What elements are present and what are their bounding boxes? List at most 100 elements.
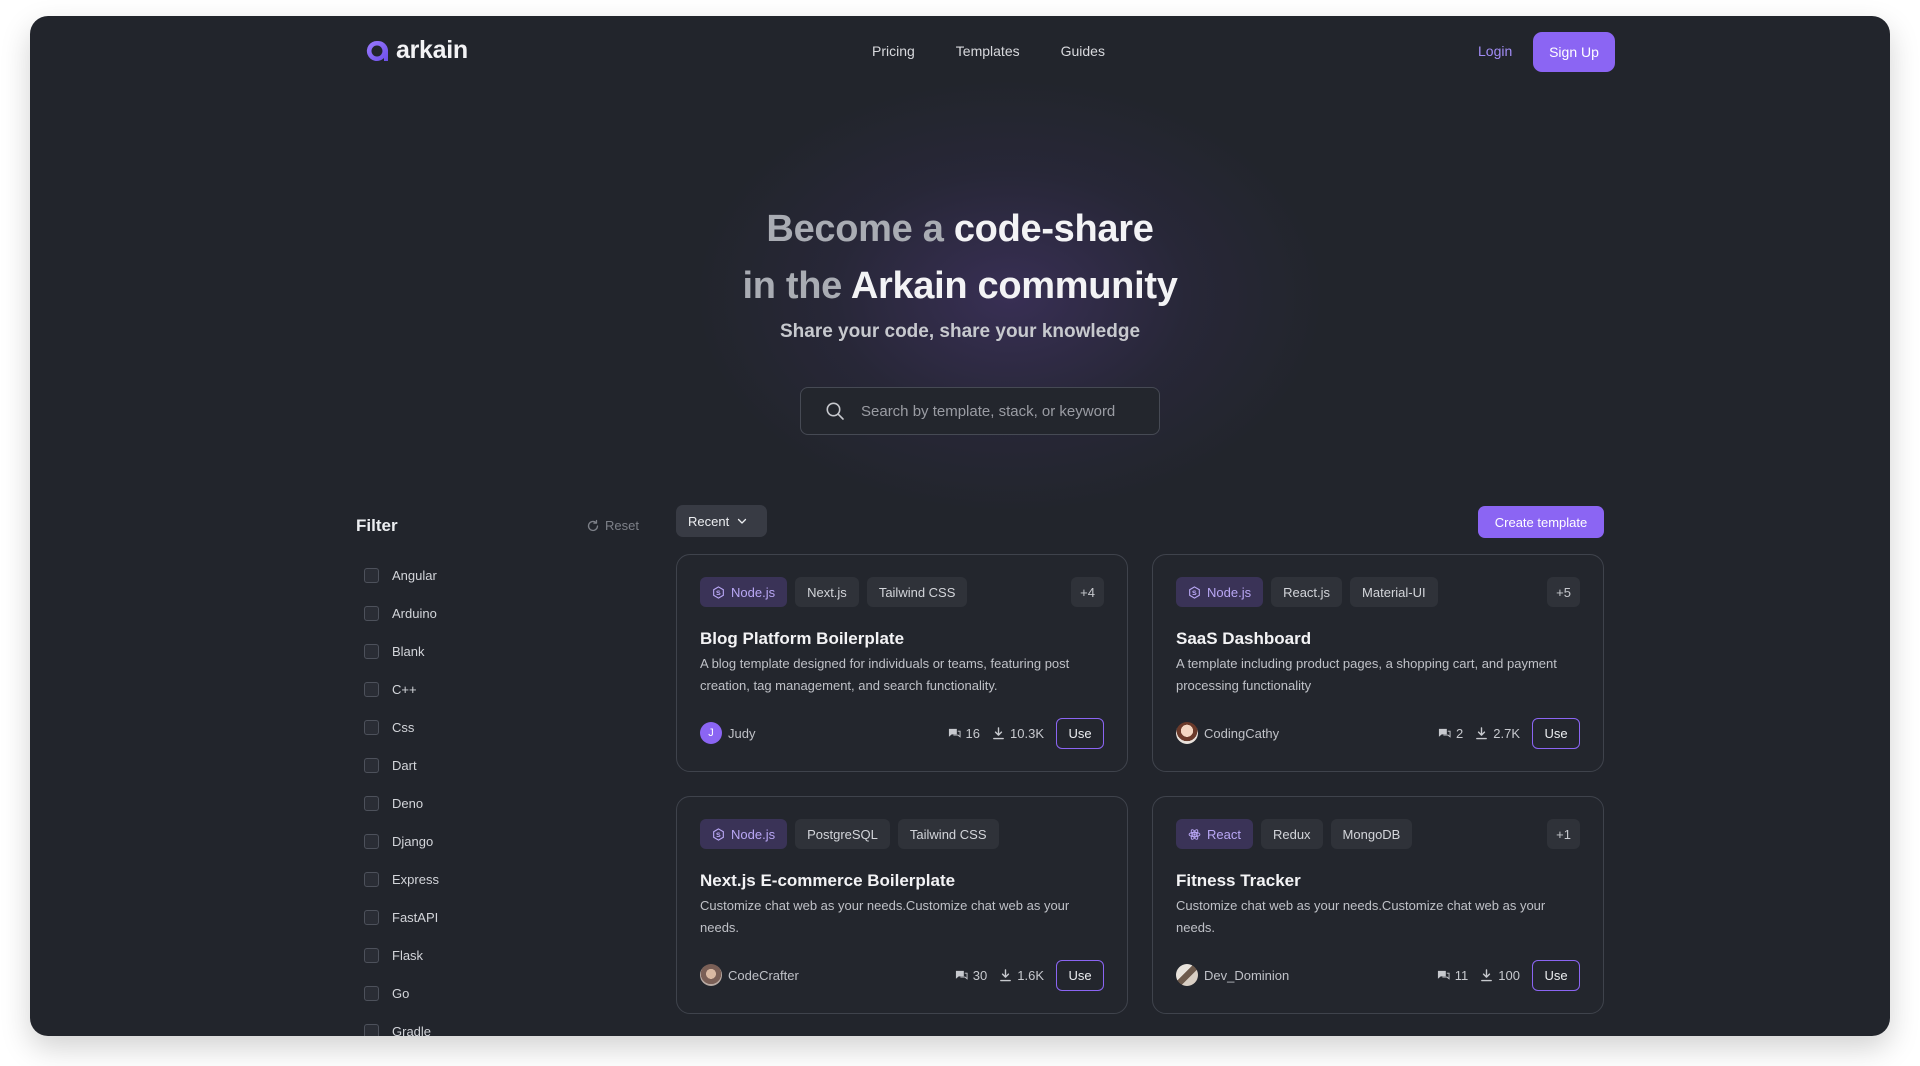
filter-label: Flask: [392, 947, 424, 963]
reset-button[interactable]: Reset: [586, 518, 639, 533]
search-input[interactable]: [861, 402, 1151, 420]
react-icon: [1188, 828, 1201, 840]
tag-primary[interactable]: Node.js: [1176, 577, 1264, 607]
tag[interactable]: Next.js: [795, 577, 859, 607]
tag[interactable]: React.js: [1271, 577, 1343, 607]
brand-logo[interactable]: arkain: [364, 36, 468, 65]
download-icon: [1481, 968, 1493, 981]
filter-list: Angular Arduino Blank C++ Css Dart Deno …: [364, 556, 439, 1036]
checkbox[interactable]: [364, 643, 379, 659]
author-name[interactable]: CodingCathy: [1204, 726, 1279, 741]
comments-stat: 30: [955, 968, 987, 983]
filter-label: Angular: [392, 567, 437, 583]
tag-list: React Redux MongoDB +1: [1176, 819, 1580, 849]
filter-label: FastAPI: [392, 909, 439, 925]
filter-item[interactable]: Angular: [364, 556, 439, 594]
tag[interactable]: Tailwind CSS: [897, 819, 999, 849]
use-template-button[interactable]: Use: [1532, 717, 1580, 749]
tag[interactable]: Tailwind CSS: [866, 577, 968, 607]
create-template-button[interactable]: Create template: [1478, 506, 1604, 538]
filter-label: Arduino: [392, 605, 437, 621]
tag[interactable]: PostgreSQL: [795, 819, 890, 849]
filter-label: Dart: [392, 757, 417, 773]
filter-item[interactable]: Django: [364, 822, 439, 860]
nav-pricing[interactable]: Pricing: [872, 43, 915, 59]
card-footer: CodingCathy 2 2.7K Use: [1176, 717, 1580, 749]
checkbox[interactable]: [364, 1023, 379, 1036]
use-template-button[interactable]: Use: [1056, 717, 1104, 749]
tag-primary[interactable]: Node.js: [700, 577, 788, 607]
brand-name: arkain: [396, 36, 468, 64]
filter-label: C++: [392, 681, 417, 697]
comment-icon: [1437, 970, 1450, 980]
hero-line1-prefix: Become a: [766, 208, 954, 250]
checkbox[interactable]: [364, 871, 379, 887]
top-nav: arkain Pricing Templates Guides Login Si…: [30, 16, 1890, 88]
checkbox[interactable]: [364, 681, 379, 697]
filter-item[interactable]: Arduino: [364, 594, 439, 632]
filter-item[interactable]: Css: [364, 708, 439, 746]
card-description: A template including product pages, a sh…: [1176, 656, 1557, 693]
nav-guides[interactable]: Guides: [1061, 43, 1105, 59]
filter-item[interactable]: Blank: [364, 632, 439, 670]
tag-primary[interactable]: React: [1176, 819, 1253, 849]
author-name[interactable]: CodeCrafter: [728, 968, 799, 983]
filter-item[interactable]: Express: [364, 860, 439, 898]
signup-button[interactable]: Sign Up: [1533, 32, 1615, 72]
card-title: Next.js E-commerce Boilerplate: [700, 871, 956, 890]
downloads-count: 100: [1498, 967, 1520, 983]
checkbox[interactable]: [364, 567, 379, 583]
sort-dropdown[interactable]: Recent: [676, 505, 767, 537]
download-icon: [1000, 968, 1012, 981]
checkbox[interactable]: [364, 719, 379, 735]
more-tags-badge[interactable]: +5: [1547, 577, 1580, 607]
checkbox[interactable]: [364, 985, 379, 1001]
checkbox[interactable]: [364, 947, 379, 963]
comments-count: 2: [1456, 725, 1464, 741]
filter-item[interactable]: FastAPI: [364, 898, 439, 936]
filter-label: Blank: [392, 643, 425, 659]
use-template-button[interactable]: Use: [1532, 959, 1580, 991]
card-description: Customize chat web as your needs.Customi…: [700, 898, 1070, 935]
avatar: [700, 964, 722, 986]
checkbox[interactable]: [364, 909, 379, 925]
template-card[interactable]: Node.js Next.js Tailwind CSS +4 Blog Pla…: [676, 554, 1128, 772]
comments-count: 30: [972, 967, 988, 983]
filter-item[interactable]: Gradle: [364, 1012, 439, 1036]
reset-label: Reset: [605, 518, 639, 533]
checkbox[interactable]: [364, 833, 379, 849]
template-card[interactable]: Node.js PostgreSQL Tailwind CSS Next.js …: [676, 796, 1128, 1014]
nav-templates[interactable]: Templates: [956, 43, 1020, 59]
checkbox[interactable]: [364, 795, 379, 811]
tag-primary[interactable]: Node.js: [700, 819, 788, 849]
filter-item[interactable]: Go: [364, 974, 439, 1012]
filter-item[interactable]: Deno: [364, 784, 439, 822]
card-title: Blog Platform Boilerplate: [700, 629, 905, 648]
refresh-icon: [587, 519, 599, 531]
filter-item[interactable]: Dart: [364, 746, 439, 784]
filter-label: Deno: [392, 795, 424, 811]
use-template-button[interactable]: Use: [1056, 959, 1104, 991]
comment-icon: [948, 728, 961, 738]
tag-label: React: [1207, 826, 1241, 842]
tag[interactable]: Redux: [1260, 819, 1323, 849]
tag[interactable]: Material-UI: [1350, 577, 1438, 607]
tag[interactable]: MongoDB: [1330, 819, 1413, 849]
search-box[interactable]: [800, 387, 1160, 435]
hero-line2-prefix: in the: [742, 265, 851, 307]
more-tags-badge[interactable]: +4: [1071, 577, 1104, 607]
checkbox[interactable]: [364, 605, 379, 621]
more-tags-badge[interactable]: +1: [1547, 819, 1580, 849]
author-name[interactable]: Dev_Dominion: [1204, 968, 1289, 983]
tag-list: Node.js React.js Material-UI +5: [1176, 577, 1580, 607]
tag-list: Node.js Next.js Tailwind CSS +4: [700, 577, 1104, 607]
template-card[interactable]: React Redux MongoDB +1 Fitness Tracker C…: [1152, 796, 1604, 1014]
downloads-count: 1.6K: [1017, 967, 1044, 983]
template-card[interactable]: Node.js React.js Material-UI +5 SaaS Das…: [1152, 554, 1604, 772]
filter-item[interactable]: Flask: [364, 936, 439, 974]
login-link[interactable]: Login: [1478, 43, 1512, 59]
filter-item[interactable]: C++: [364, 670, 439, 708]
checkbox[interactable]: [364, 757, 379, 773]
card-title: Fitness Tracker: [1176, 871, 1301, 890]
author-name[interactable]: Judy: [728, 726, 755, 741]
